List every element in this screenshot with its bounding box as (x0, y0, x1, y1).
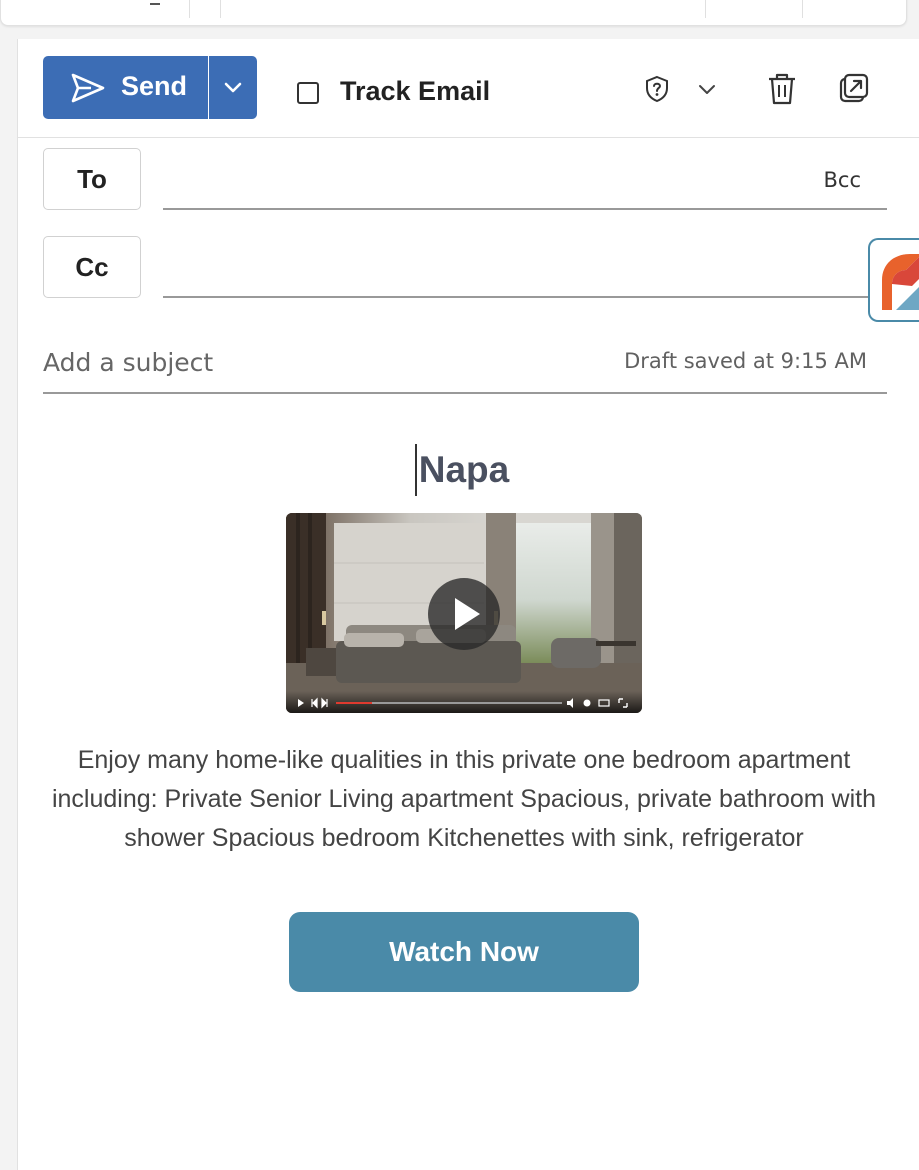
body-title: Napa (418, 449, 510, 490)
top-divider (802, 0, 803, 18)
send-split-button: Send (43, 56, 257, 119)
sensitivity-button[interactable] (644, 75, 670, 107)
top-toolbar-glyph (150, 0, 160, 5)
bcc-button[interactable]: Bcc (824, 168, 862, 192)
send-icon (71, 73, 105, 103)
popout-button[interactable] (839, 73, 869, 107)
discard-button[interactable] (766, 72, 798, 110)
top-toolbar-card (0, 0, 907, 26)
subject-placeholder: Add a subject (43, 348, 214, 377)
video-controls (286, 691, 642, 713)
track-email-label[interactable]: Track Email (340, 76, 490, 107)
popout-icon (839, 73, 869, 103)
addin-logo-icon (882, 254, 919, 310)
track-email-box[interactable] (297, 82, 319, 104)
body-description: Enjoy many home-like qualities in this p… (51, 746, 877, 852)
chevron-down-icon (699, 85, 715, 94)
addin-launcher[interactable] (868, 238, 919, 322)
cc-button[interactable]: Cc (43, 236, 141, 298)
send-options-button[interactable] (209, 56, 257, 119)
sensitivity-options-button[interactable] (697, 81, 717, 100)
send-label: Send (121, 71, 188, 101)
video-thumbnail[interactable] (286, 513, 642, 713)
top-divider (189, 0, 190, 18)
trash-icon (769, 73, 795, 105)
top-strip (0, 0, 919, 26)
cc-field[interactable] (163, 236, 903, 298)
chevron-down-icon (224, 82, 242, 93)
video-control-icons (298, 697, 628, 709)
play-icon (455, 598, 480, 630)
compose-toolbar: Send Track Email (18, 39, 919, 138)
send-button[interactable]: Send (43, 56, 208, 119)
top-divider (705, 0, 706, 18)
watch-now-button[interactable]: Watch Now (289, 912, 639, 992)
to-field[interactable]: Bcc (163, 148, 887, 210)
shield-question-icon (646, 75, 668, 103)
top-divider (220, 0, 221, 18)
play-button[interactable] (428, 578, 500, 650)
compose-pane: Send Track Email To Bcc Cc Add a subject… (17, 39, 919, 1170)
subject-field[interactable]: Add a subject Draft saved at 9:15 AM (43, 334, 887, 394)
to-button[interactable]: To (43, 148, 141, 210)
draft-status: Draft saved at 9:15 AM (624, 349, 867, 373)
